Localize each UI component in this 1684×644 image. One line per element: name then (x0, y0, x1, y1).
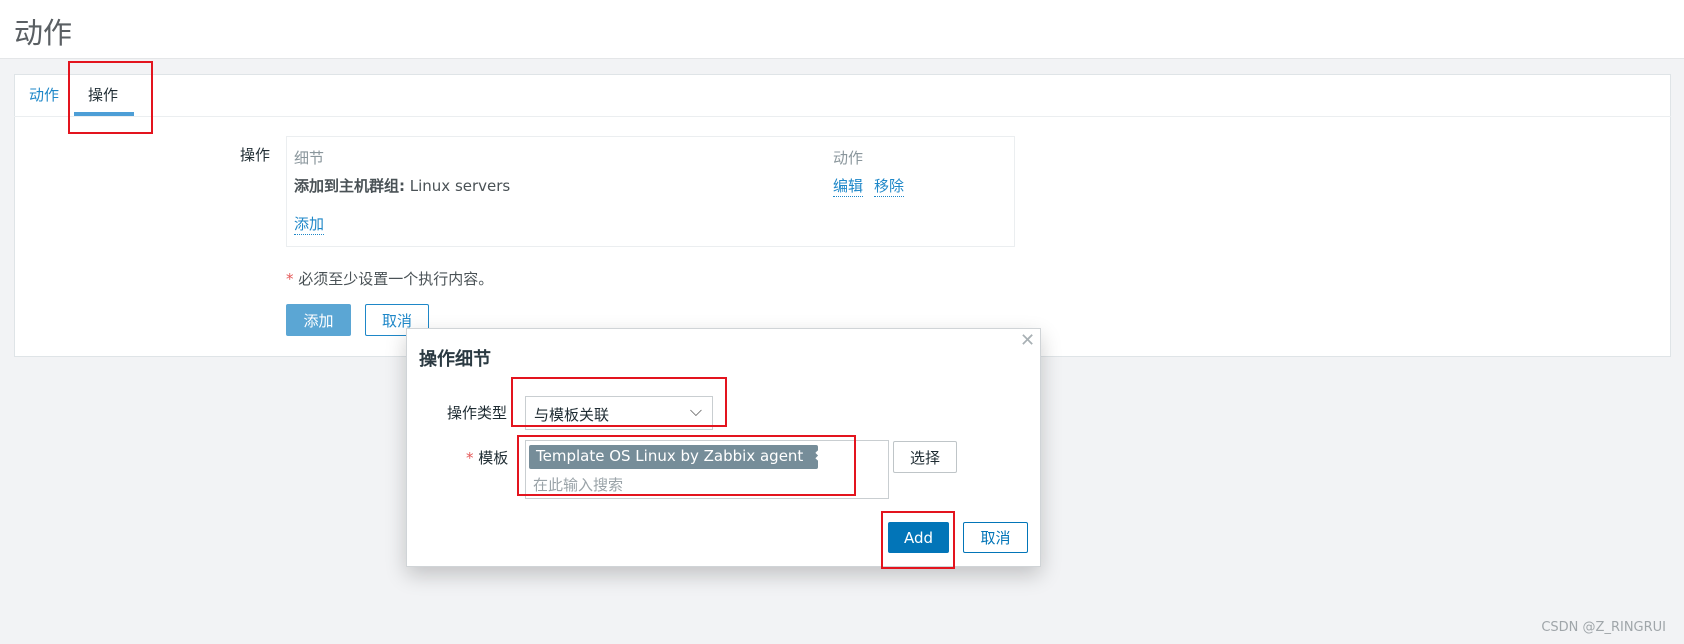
highlight-box (68, 61, 153, 134)
required-note: * 必须至少设置一个执行内容。 (286, 268, 493, 289)
close-icon[interactable]: ✕ (1020, 330, 1035, 351)
detail-value: Linux servers (405, 177, 511, 195)
template-label-text: 模板 (478, 449, 509, 467)
watermark: CSDN @Z_RINGRUI (1541, 620, 1666, 635)
select-template-button[interactable]: 选择 (893, 441, 957, 473)
dialog-title: 操作细节 (419, 349, 491, 370)
required-mark: * (286, 270, 294, 288)
dialog-cancel-button[interactable]: 取消 (963, 522, 1028, 553)
page-title: 动作 (14, 16, 73, 50)
detail-type: 添加到主机群组: (294, 177, 405, 195)
tab-action[interactable]: 动作 (29, 84, 59, 105)
operation-type-label: 操作类型 (447, 404, 508, 422)
required-mark: * (466, 449, 474, 467)
tab-bar (14, 74, 1671, 117)
table-row: 添加到主机群组: Linux servers (294, 175, 510, 196)
operations-label: 操作 (240, 146, 271, 164)
remove-link[interactable]: 移除 (874, 175, 905, 197)
add-button[interactable]: 添加 (286, 304, 351, 336)
column-action: 动作 (833, 149, 864, 167)
edit-link[interactable]: 编辑 (833, 175, 864, 197)
column-details: 细节 (294, 149, 325, 167)
page-header (0, 0, 1684, 59)
highlight-box (511, 377, 727, 427)
highlight-box (881, 511, 955, 569)
add-operation-link[interactable]: 添加 (294, 213, 325, 235)
template-label: * 模板 (466, 447, 508, 468)
note-text: 必须至少设置一个执行内容。 (298, 270, 494, 288)
highlight-box (517, 435, 856, 496)
